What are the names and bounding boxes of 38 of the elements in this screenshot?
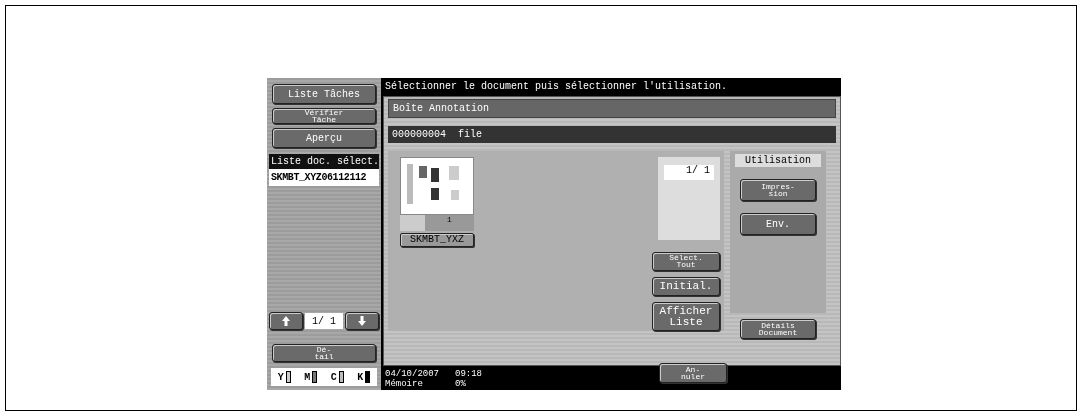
toner-bar-icon [338, 371, 344, 383]
toner-letter: Y [277, 371, 284, 383]
document-thumbnail[interactable] [400, 157, 474, 215]
action-button[interactable]: Afficher Liste [652, 302, 720, 331]
usage-button[interactable]: Env. [740, 213, 816, 235]
scroll-up-button[interactable] [269, 312, 303, 330]
usage-label: Utilisation [735, 154, 821, 167]
up-arrow-icon [282, 316, 290, 326]
toner-bar-icon [312, 371, 318, 383]
memory-label: Mémoire [385, 379, 424, 389]
list-header: Liste doc. sélect. [269, 154, 379, 169]
time-text: 09:18 [455, 369, 483, 379]
document-item[interactable]: SKMBT_XYZ06112112 [269, 169, 379, 186]
side-button[interactable]: Liste Tâches [272, 84, 376, 104]
page-counter: 1/ 1 [664, 165, 714, 180]
file-bar: 000000004 file [388, 126, 836, 143]
box-title: Boîte Annotation [388, 99, 836, 118]
toner-bar-icon [365, 371, 371, 383]
memory-value: 0% [455, 379, 467, 389]
date-text: 04/10/2007 [385, 369, 440, 379]
detail-button[interactable]: Dé- tail [272, 344, 376, 362]
cancel-button[interactable]: An- nuler [659, 363, 727, 383]
page-number: 1 [400, 215, 474, 231]
document-details-button[interactable]: Détails Document [740, 319, 816, 339]
document-name-button[interactable]: SKMBT_YXZ [400, 233, 474, 247]
down-arrow-icon [358, 316, 366, 326]
toner-letter: K [357, 371, 364, 383]
action-button[interactable]: Initial. [652, 276, 720, 297]
page-counter: 1/ 1 [305, 313, 343, 329]
instruction-message: Sélectionner le document puis sélectionner l'utilisation. [384, 80, 729, 94]
scroll-down-button[interactable] [345, 312, 379, 330]
usage-button[interactable]: Impres- sion [740, 179, 816, 201]
toner-letter: C [330, 371, 337, 383]
side-button[interactable]: Aperçu [272, 128, 376, 148]
action-button[interactable]: Sélect. Tout [652, 251, 720, 271]
toner-bar-icon [285, 371, 291, 383]
toner-letter: M [304, 371, 311, 383]
side-button[interactable]: Vérifier Tâche [272, 108, 376, 124]
